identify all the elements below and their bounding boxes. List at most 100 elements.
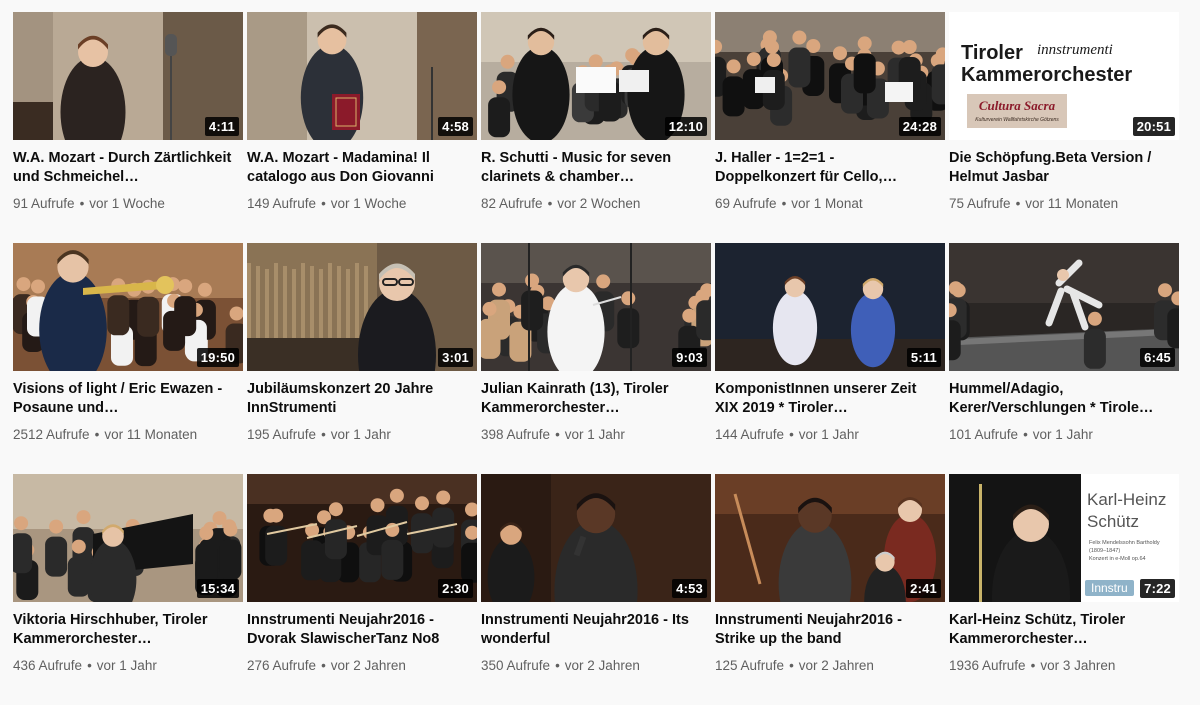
video-card[interactable]: 3:01 Jubiläumskonzert 20 Jahre InnStrume… — [247, 243, 477, 474]
video-title[interactable]: Die Schöpfung.Beta Version / Helmut Jasb… — [949, 149, 1171, 187]
video-views: 82 Aufrufe — [481, 196, 543, 211]
video-age: vor 1 Woche — [89, 196, 165, 211]
video-title[interactable]: J. Haller - 1=2=1 - Doppelkonzert für Ce… — [715, 149, 937, 187]
separator-dot: • — [87, 658, 92, 673]
video-views: 436 Aufrufe — [13, 658, 83, 673]
video-card[interactable]: 19:50 Visions of light / Eric Ewazen - P… — [13, 243, 243, 474]
video-title[interactable]: Innstrumenti Neujahr2016 - Its wonderful — [481, 611, 703, 649]
video-card[interactable]: 6:45 Hummel/Adagio, Kerer/Verschlungen *… — [949, 243, 1179, 474]
video-title[interactable]: Viktoria Hirschhuber, Tiroler Kammerorch… — [13, 611, 235, 649]
separator-dot: • — [321, 427, 326, 442]
thumb-small2: (1809–1847) — [1089, 548, 1121, 554]
separator-dot: • — [555, 658, 560, 673]
video-card[interactable]: 4:53 Innstrumenti Neujahr2016 - Its wond… — [481, 474, 711, 705]
video-card[interactable]: 4:58 W.A. Mozart - Madamina! Il catalogo… — [247, 12, 477, 243]
video-age: vor 2 Wochen — [557, 196, 641, 211]
video-duration: 9:03 — [672, 348, 707, 367]
video-thumbnail[interactable]: 4:53 — [481, 474, 711, 602]
separator-dot: • — [321, 196, 326, 211]
separator-dot: • — [1030, 658, 1036, 673]
video-duration: 15:34 — [196, 579, 239, 598]
separator-dot: • — [1015, 196, 1021, 211]
video-title[interactable]: Julian Kainrath (13), Tiroler Kammerorch… — [481, 380, 703, 418]
video-duration: 19:50 — [196, 348, 239, 367]
thumb-small3: Konzert in e-Moll op.64 — [1089, 556, 1146, 562]
video-age: vor 1 Woche — [330, 196, 407, 211]
thumb-line1: Tiroler — [961, 42, 1023, 64]
video-duration: 2:30 — [438, 579, 473, 598]
video-meta: 195 Aufrufe • vor 1 Jahr — [247, 426, 477, 444]
video-card[interactable]: 5:11 KomponistInnen unserer Zeit XIX 201… — [715, 243, 945, 474]
video-views: 195 Aufrufe — [247, 427, 317, 442]
thumb-name2: Schütz — [1087, 512, 1139, 531]
video-duration: 2:41 — [906, 579, 941, 598]
video-views: 350 Aufrufe — [481, 658, 551, 673]
video-card[interactable]: 4:11 W.A. Mozart - Durch Zärtlichkeit un… — [13, 12, 243, 243]
video-views: 101 Aufrufe — [949, 427, 1019, 442]
video-card[interactable]: 2:41 Innstrumenti Neujahr2016 - Strike u… — [715, 474, 945, 705]
video-title[interactable]: Hummel/Adagio, Kerer/Verschlungen * Tiro… — [949, 380, 1171, 418]
video-card[interactable]: Tiroler Kammerorchester innstrumenti Cul… — [949, 12, 1179, 243]
video-title[interactable]: Innstrumenti Neujahr2016 - Dvorak Slawis… — [247, 611, 469, 649]
video-thumbnail[interactable]: 15:34 — [13, 474, 243, 602]
video-card[interactable]: 24:28 J. Haller - 1=2=1 - Doppelkonzert … — [715, 12, 945, 243]
video-card[interactable]: 9:03 Julian Kainrath (13), Tiroler Kamme… — [481, 243, 711, 474]
video-thumbnail[interactable]: 6:45 — [949, 243, 1179, 371]
video-duration: 24:28 — [898, 117, 941, 136]
video-duration: 6:45 — [1140, 348, 1175, 367]
video-thumbnail[interactable]: 5:11 — [715, 243, 945, 371]
video-thumbnail[interactable]: 9:03 — [481, 243, 711, 371]
video-meta: 69 Aufrufe • vor 1 Monat — [715, 195, 945, 213]
video-duration: 7:22 — [1140, 579, 1175, 598]
video-thumbnail[interactable]: 2:30 — [247, 474, 477, 602]
thumb-small1: Felix Mendelssohn Bartholdy — [1089, 540, 1160, 546]
video-thumbnail[interactable]: Tiroler Kammerorchester innstrumenti Cul… — [949, 12, 1179, 140]
video-thumbnail[interactable]: 2:41 — [715, 474, 945, 602]
separator-dot: • — [94, 427, 100, 442]
video-meta: 276 Aufrufe • vor 2 Jahren — [247, 657, 477, 675]
video-meta: 436 Aufrufe • vor 1 Jahr — [13, 657, 243, 675]
video-title[interactable]: W.A. Mozart - Madamina! Il catalogo aus … — [247, 149, 469, 187]
thumb-badge: Cultura Sacra Kulturverein Wallfahrtskir… — [967, 94, 1067, 128]
video-thumbnail[interactable]: 3:01 — [247, 243, 477, 371]
video-thumbnail[interactable]: 19:50 — [13, 243, 243, 371]
video-grid: 4:11 W.A. Mozart - Durch Zärtlichkeit un… — [13, 12, 1179, 705]
video-duration: 4:11 — [204, 117, 239, 136]
thumb-logo: Innstru — [1085, 580, 1134, 596]
video-views: 69 Aufrufe — [715, 196, 777, 211]
video-age: vor 1 Jahr — [330, 427, 391, 442]
video-thumbnail[interactable]: 24:28 — [715, 12, 945, 140]
video-title[interactable]: W.A. Mozart - Durch Zärtlichkeit und Sch… — [13, 149, 235, 187]
video-title[interactable]: Jubiläumskonzert 20 Jahre InnStrumenti — [247, 380, 469, 418]
video-views: 149 Aufrufe — [247, 196, 317, 211]
separator-dot: • — [547, 196, 553, 211]
video-views: 91 Aufrufe — [13, 196, 75, 211]
video-thumbnail[interactable]: 4:58 — [247, 12, 477, 140]
video-card[interactable]: 12:10 R. Schutti - Music for seven clari… — [481, 12, 711, 243]
video-title[interactable]: R. Schutti - Music for seven clarinets &… — [481, 149, 703, 187]
thumb-badge-title: Cultura Sacra — [978, 98, 1056, 113]
video-title[interactable]: Innstrumenti Neujahr2016 - Strike up the… — [715, 611, 937, 649]
video-thumbnail[interactable]: 4:11 — [13, 12, 243, 140]
video-card[interactable]: 15:34 Viktoria Hirschhuber, Tiroler Kamm… — [13, 474, 243, 705]
video-meta: 398 Aufrufe • vor 1 Jahr — [481, 426, 711, 444]
video-thumbnail[interactable]: Karl-Heinz Schütz Felix Mendelssohn Bart… — [949, 474, 1179, 602]
video-card[interactable]: Karl-Heinz Schütz Felix Mendelssohn Bart… — [949, 474, 1179, 705]
video-duration: 3:01 — [438, 348, 473, 367]
separator-dot: • — [781, 196, 787, 211]
thumb-name1: Karl-Heinz — [1087, 490, 1167, 509]
video-card[interactable]: 2:30 Innstrumenti Neujahr2016 - Dvorak S… — [247, 474, 477, 705]
video-title[interactable]: Visions of light / Eric Ewazen - Posaune… — [13, 380, 235, 418]
separator-dot: • — [321, 658, 326, 673]
video-meta: 1936 Aufrufe • vor 3 Jahren — [949, 657, 1179, 675]
video-thumbnail[interactable]: 12:10 — [481, 12, 711, 140]
video-duration: 20:51 — [1132, 117, 1175, 136]
video-age: vor 11 Monaten — [104, 427, 198, 442]
video-meta: 350 Aufrufe • vor 2 Jahren — [481, 657, 711, 675]
video-duration: 4:58 — [438, 117, 473, 136]
thumb-logo: innstrumenti — [1037, 42, 1113, 58]
video-title[interactable]: KomponistInnen unserer Zeit XIX 2019 * T… — [715, 380, 937, 418]
video-title[interactable]: Karl-Heinz Schütz, Tiroler Kammerorchest… — [949, 611, 1171, 649]
thumb-line2: Kammerorchester — [961, 64, 1133, 86]
video-meta: 144 Aufrufe • vor 1 Jahr — [715, 426, 945, 444]
